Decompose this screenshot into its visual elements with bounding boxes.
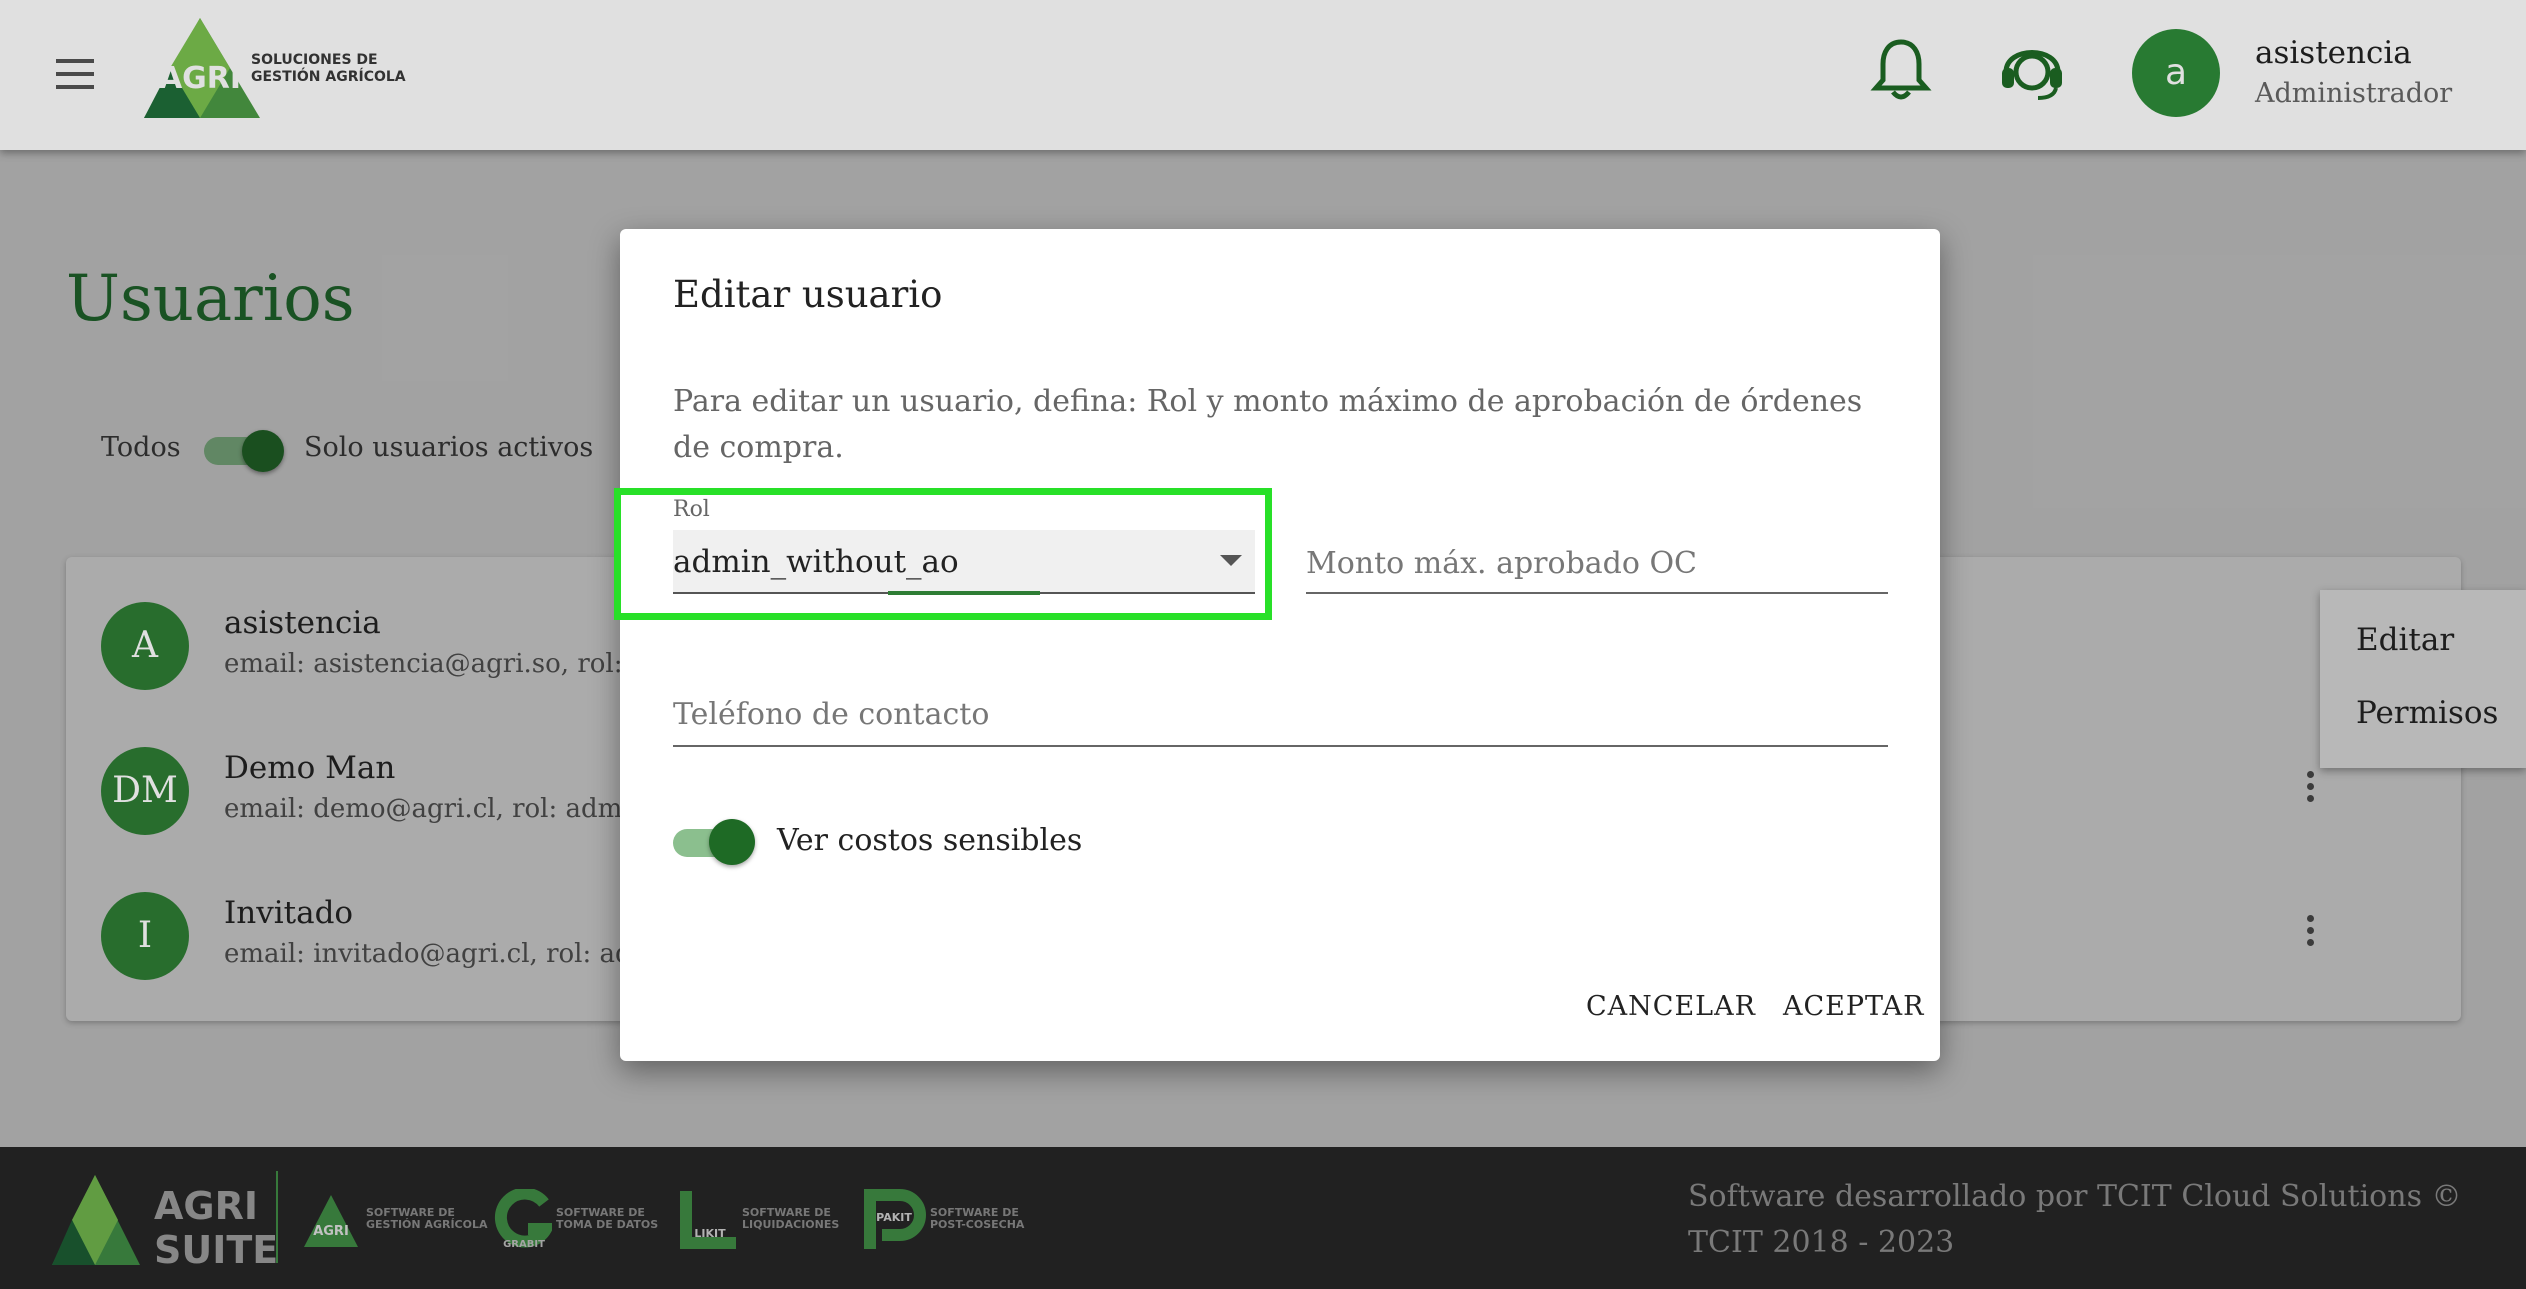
ver-costos-toggle[interactable] <box>673 817 757 865</box>
accept-button[interactable]: ACEPTAR <box>1783 991 1924 1022</box>
ver-costos-label: Ver costos sensibles <box>777 823 1083 858</box>
focus-underline <box>888 591 1040 595</box>
telefono-placeholder: Teléfono de contacto <box>673 697 990 732</box>
telefono-input[interactable]: Teléfono de contacto <box>673 683 1888 747</box>
dropdown-arrow-icon <box>1220 555 1242 566</box>
monto-max-placeholder: Monto máx. aprobado OC <box>1306 546 1698 581</box>
cancel-button[interactable]: CANCELAR <box>1586 991 1756 1022</box>
rol-select[interactable]: admin_without_ao <box>673 530 1255 595</box>
rol-label: Rol <box>673 497 710 522</box>
dialog-title: Editar usuario <box>673 273 943 316</box>
dialog-description: Para editar un usuario, defina: Rol y mo… <box>673 384 1863 465</box>
rol-select-value: admin_without_ao <box>673 544 959 580</box>
edit-user-dialog: Editar usuario Para editar un usuario, d… <box>614 229 1940 1061</box>
monto-max-input[interactable]: Monto máx. aprobado OC <box>1306 530 1888 594</box>
